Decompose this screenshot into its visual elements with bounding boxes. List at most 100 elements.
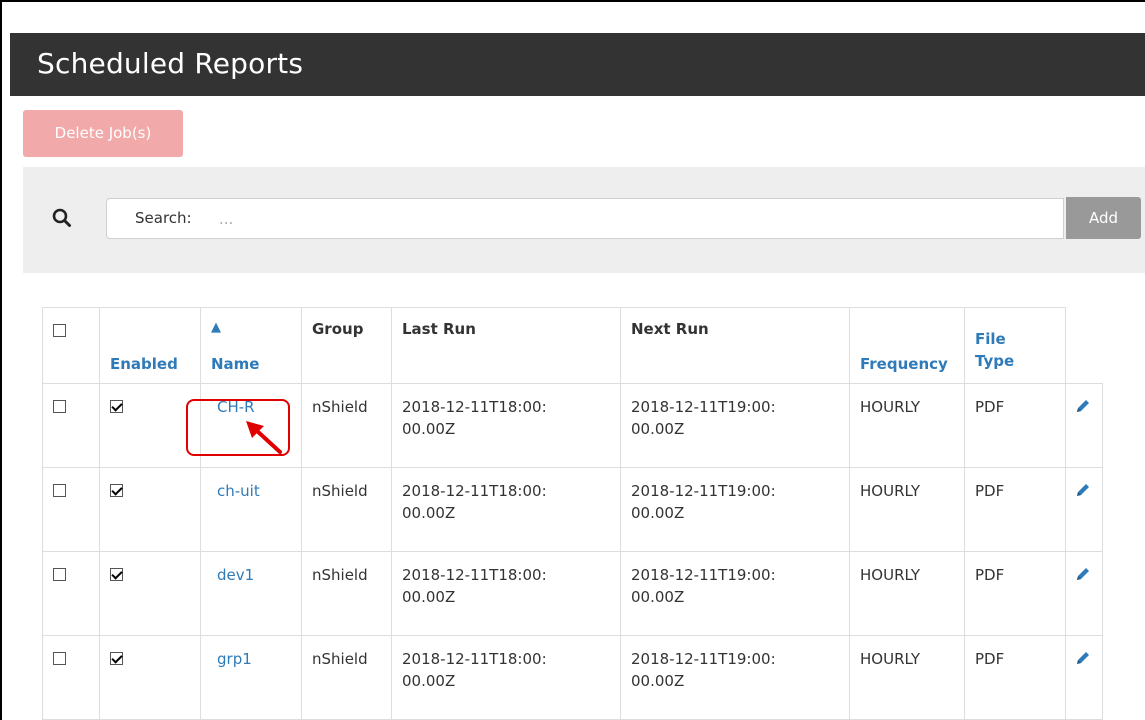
column-header-file-type[interactable]: File Type [964, 307, 1066, 384]
row-select-cell [42, 635, 100, 720]
row-select-checkbox[interactable] [53, 400, 66, 413]
column-header-group: Group [301, 307, 392, 384]
enabled-cell [99, 551, 201, 636]
last-run-value: 2018-12-11T18:00:00.00Z [402, 398, 547, 438]
file-type-cell: PDF [964, 551, 1066, 636]
frequency-value: HOURLY [860, 482, 921, 500]
edit-cell [1065, 467, 1103, 552]
column-header-last-run: Last Run [391, 307, 621, 384]
edit-cell [1065, 383, 1103, 468]
column-label-file-type: File Type [975, 330, 1015, 370]
search-box: Search: [106, 198, 1064, 239]
enabled-cell [99, 467, 201, 552]
enabled-checkbox[interactable] [110, 652, 123, 665]
search-label: Search: [135, 209, 192, 227]
column-header-enabled[interactable]: Enabled [99, 307, 201, 384]
pencil-icon[interactable] [1074, 481, 1092, 499]
frequency-cell: HOURLY [849, 467, 965, 552]
frequency-cell: HOURLY [849, 551, 965, 636]
red-arrow-icon [246, 421, 282, 454]
next-run-value: 2018-12-11T19:00:00.00Z [631, 398, 776, 438]
last-run-cell: 2018-12-11T18:00:00.00Z [391, 635, 621, 720]
frequency-value: HOURLY [860, 650, 921, 668]
pencil-icon[interactable] [1074, 649, 1092, 667]
column-label-frequency: Frequency [860, 355, 948, 373]
search-panel: Search: Add [23, 167, 1145, 273]
pencil-icon[interactable] [1074, 565, 1092, 583]
frequency-value: HOURLY [860, 566, 921, 584]
job-name-link[interactable]: dev1 [217, 566, 254, 584]
file-type-cell: PDF [964, 467, 1066, 552]
name-cell: grp1 [200, 635, 302, 720]
row-select-cell [42, 383, 100, 468]
column-header-next-run: Next Run [620, 307, 850, 384]
next-run-value: 2018-12-11T19:00:00.00Z [631, 482, 776, 522]
file-type-value: PDF [975, 650, 1005, 668]
row-select-checkbox[interactable] [53, 652, 66, 665]
group-value: nShield [312, 398, 368, 416]
group-cell: nShield [301, 383, 392, 468]
page-header: Scheduled Reports [10, 33, 1145, 96]
last-run-value: 2018-12-11T18:00:00.00Z [402, 650, 547, 690]
row-select-checkbox[interactable] [53, 484, 66, 497]
file-type-value: PDF [975, 482, 1005, 500]
enabled-cell [99, 635, 201, 720]
next-run-cell: 2018-12-11T19:00:00.00Z [620, 635, 850, 720]
file-type-value: PDF [975, 566, 1005, 584]
next-run-value: 2018-12-11T19:00:00.00Z [631, 650, 776, 690]
last-run-value: 2018-12-11T18:00:00.00Z [402, 566, 547, 606]
edit-column-header [1066, 308, 1103, 384]
table-row: ch-uit nShield 2018-12-11T18:00:00.00Z 2018… [42, 467, 1103, 552]
next-run-value: 2018-12-11T19:00:00.00Z [631, 566, 776, 606]
frequency-cell: HOURLY [849, 635, 965, 720]
next-run-cell: 2018-12-11T19:00:00.00Z [620, 551, 850, 636]
column-header-frequency[interactable]: Frequency [849, 307, 965, 384]
frequency-value: HOURLY [860, 398, 921, 416]
column-header-name[interactable]: ▲ Name [200, 307, 302, 384]
add-button[interactable]: Add [1066, 197, 1141, 239]
table-row: grp1 nShield 2018-12-11T18:00:00.00Z 2018-1… [42, 635, 1103, 720]
frequency-cell: HOURLY [849, 383, 965, 468]
pencil-icon[interactable] [1074, 397, 1092, 415]
search-input[interactable] [217, 205, 1041, 233]
delete-jobs-button[interactable]: Delete Job(s) [23, 110, 183, 157]
group-value: nShield [312, 566, 368, 584]
enabled-checkbox[interactable] [110, 568, 123, 581]
file-type-cell: PDF [964, 635, 1066, 720]
table-header-row: Enabled ▲ Name Group Last Run Next Run F… [42, 307, 1103, 384]
enabled-checkbox[interactable] [110, 484, 123, 497]
column-label-enabled: Enabled [110, 355, 178, 373]
page-title: Scheduled Reports [37, 47, 304, 80]
next-run-cell: 2018-12-11T19:00:00.00Z [620, 467, 850, 552]
row-select-cell [42, 467, 100, 552]
column-label-last-run: Last Run [402, 320, 476, 338]
sort-ascending-icon: ▲ [211, 320, 221, 335]
select-all-header [42, 307, 100, 384]
file-type-value: PDF [975, 398, 1005, 416]
last-run-value: 2018-12-11T18:00:00.00Z [402, 482, 547, 522]
jobs-table: Enabled ▲ Name Group Last Run Next Run F… [42, 307, 1103, 720]
file-type-cell: PDF [964, 383, 1066, 468]
group-cell: nShield [301, 635, 392, 720]
row-select-checkbox[interactable] [53, 568, 66, 581]
column-label-group: Group [312, 320, 364, 338]
column-label-name: Name [211, 355, 260, 373]
enabled-checkbox[interactable] [110, 400, 123, 413]
group-value: nShield [312, 482, 368, 500]
group-value: nShield [312, 650, 368, 668]
name-cell: dev1 [200, 551, 302, 636]
name-cell: ch-uit [200, 467, 302, 552]
last-run-cell: 2018-12-11T18:00:00.00Z [391, 383, 621, 468]
column-label-next-run: Next Run [631, 320, 709, 338]
row-select-cell [42, 551, 100, 636]
job-name-link[interactable]: ch-uit [217, 482, 260, 500]
edit-cell [1065, 551, 1103, 636]
table-row: dev1 nShield 2018-12-11T18:00:00.00Z 2018-1… [42, 551, 1103, 636]
next-run-cell: 2018-12-11T19:00:00.00Z [620, 383, 850, 468]
last-run-cell: 2018-12-11T18:00:00.00Z [391, 551, 621, 636]
edit-cell [1065, 635, 1103, 720]
select-all-checkbox[interactable] [53, 324, 66, 337]
job-name-link[interactable]: grp1 [217, 650, 252, 668]
group-cell: nShield [301, 467, 392, 552]
group-cell: nShield [301, 551, 392, 636]
